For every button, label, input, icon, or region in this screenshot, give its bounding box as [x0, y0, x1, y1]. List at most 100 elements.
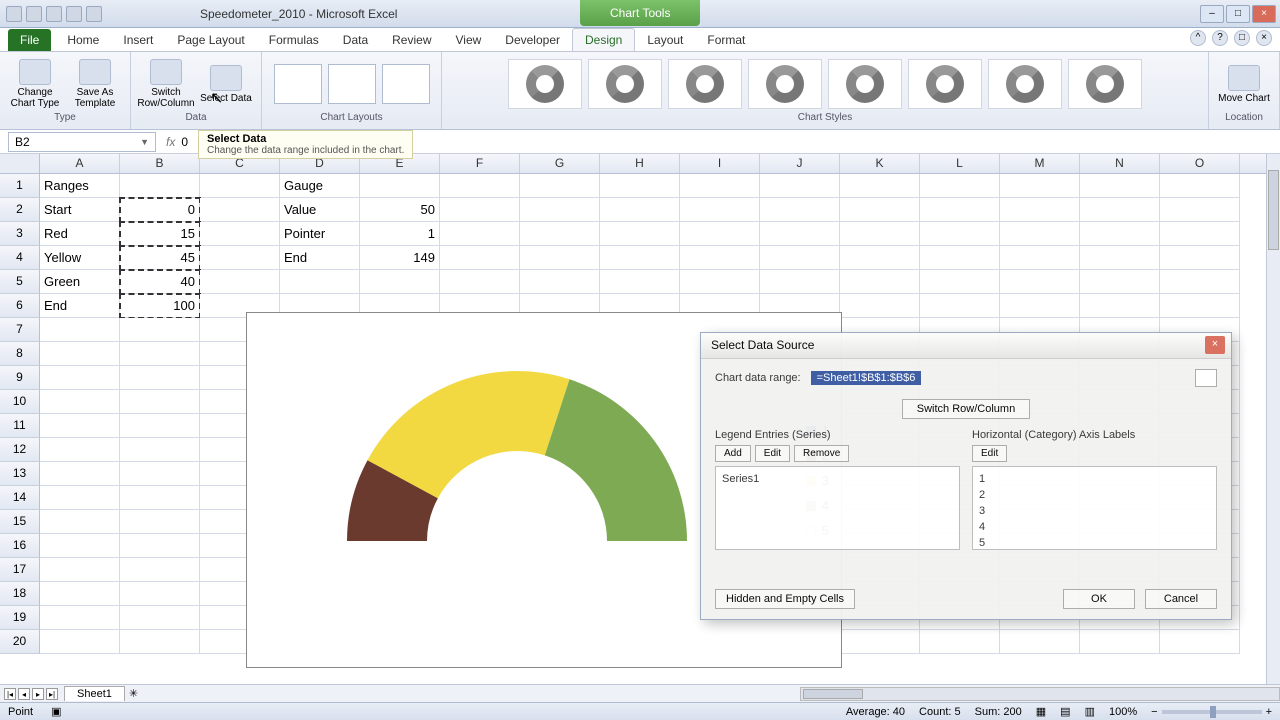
select-all-corner[interactable]	[0, 154, 40, 173]
remove-series-button[interactable]: Remove	[794, 445, 849, 462]
cell[interactable]	[360, 174, 440, 198]
chart-layouts-gallery[interactable]	[272, 56, 432, 112]
cell[interactable]	[600, 222, 680, 246]
switch-row-column-dialog-button[interactable]: Switch Row/Column	[902, 399, 1030, 419]
cell[interactable]	[920, 174, 1000, 198]
cell[interactable]	[840, 630, 920, 654]
cell[interactable]	[1000, 630, 1080, 654]
cell[interactable]	[120, 366, 200, 390]
style-option[interactable]	[1068, 59, 1142, 109]
cell[interactable]	[840, 198, 920, 222]
series-list[interactable]: Series1	[715, 466, 960, 550]
cell[interactable]	[920, 222, 1000, 246]
cell[interactable]: End	[40, 294, 120, 318]
cell[interactable]	[520, 222, 600, 246]
cell[interactable]	[120, 534, 200, 558]
cell[interactable]	[1080, 198, 1160, 222]
cell[interactable]: 50	[360, 198, 440, 222]
style-option[interactable]	[908, 59, 982, 109]
cell[interactable]	[40, 486, 120, 510]
row-header[interactable]: 15	[0, 510, 40, 534]
cell[interactable]	[680, 270, 760, 294]
sheet-nav-prev-icon[interactable]: ◂	[18, 688, 30, 700]
cell[interactable]	[1160, 246, 1240, 270]
cell[interactable]	[200, 270, 280, 294]
row-header[interactable]: 9	[0, 366, 40, 390]
col-header[interactable]: N	[1080, 154, 1160, 173]
chevron-down-icon[interactable]: ▼	[140, 137, 149, 147]
row-header[interactable]: 1	[0, 174, 40, 198]
row-header[interactable]: 8	[0, 342, 40, 366]
cell[interactable]	[200, 198, 280, 222]
cell[interactable]	[520, 198, 600, 222]
col-header[interactable]: O	[1160, 154, 1240, 173]
cell[interactable]	[120, 462, 200, 486]
cell[interactable]	[1080, 246, 1160, 270]
cell[interactable]	[1000, 270, 1080, 294]
window-restore-icon[interactable]: □	[1234, 30, 1250, 46]
hidden-empty-cells-button[interactable]: Hidden and Empty Cells	[715, 589, 855, 609]
close-button[interactable]: ×	[1252, 5, 1276, 23]
layout-option[interactable]	[328, 64, 376, 104]
style-option[interactable]	[748, 59, 822, 109]
save-icon[interactable]	[26, 6, 42, 22]
zoom-slider[interactable]	[1162, 710, 1262, 714]
cell[interactable]	[920, 246, 1000, 270]
cell[interactable]	[280, 270, 360, 294]
cell[interactable]	[40, 342, 120, 366]
cell[interactable]: Red	[40, 222, 120, 246]
cell[interactable]	[120, 414, 200, 438]
tab-review[interactable]: Review	[380, 29, 443, 51]
row-header[interactable]: 7	[0, 318, 40, 342]
cell[interactable]	[680, 222, 760, 246]
cell[interactable]	[40, 414, 120, 438]
cell[interactable]	[120, 606, 200, 630]
cell[interactable]	[1160, 174, 1240, 198]
dialog-title-bar[interactable]: Select Data Source ×	[701, 333, 1231, 359]
col-header[interactable]: H	[600, 154, 680, 173]
cell[interactable]	[1000, 294, 1080, 318]
cell[interactable]: Value	[280, 198, 360, 222]
cell[interactable]	[120, 390, 200, 414]
col-header[interactable]: G	[520, 154, 600, 173]
select-data-source-dialog[interactable]: Select Data Source × Chart data range: =…	[700, 332, 1232, 620]
cell[interactable]	[40, 606, 120, 630]
cell[interactable]	[760, 174, 840, 198]
cell[interactable]	[200, 174, 280, 198]
cell[interactable]	[120, 486, 200, 510]
horizontal-scrollbar[interactable]	[800, 687, 1280, 701]
cell[interactable]	[1160, 630, 1240, 654]
col-header[interactable]: M	[1000, 154, 1080, 173]
cell[interactable]	[1160, 270, 1240, 294]
ok-button[interactable]: OK	[1063, 589, 1135, 609]
cell[interactable]	[120, 558, 200, 582]
cell[interactable]	[1000, 222, 1080, 246]
row-header[interactable]: 10	[0, 390, 40, 414]
cell[interactable]	[360, 270, 440, 294]
cell[interactable]	[200, 222, 280, 246]
vertical-scrollbar[interactable]	[1266, 154, 1280, 684]
select-data-button[interactable]: Select Data	[199, 65, 253, 104]
zoom-slider-thumb[interactable]	[1210, 706, 1216, 718]
cell[interactable]: 1	[360, 222, 440, 246]
list-item[interactable]: 4	[979, 519, 1210, 535]
cell[interactable]	[40, 462, 120, 486]
row-header[interactable]: 12	[0, 438, 40, 462]
cell[interactable]	[440, 246, 520, 270]
row-header[interactable]: 14	[0, 486, 40, 510]
maximize-button[interactable]: □	[1226, 5, 1250, 23]
cell[interactable]: Pointer	[280, 222, 360, 246]
row-header[interactable]: 2	[0, 198, 40, 222]
tab-format[interactable]: Format	[695, 29, 757, 51]
cell[interactable]	[40, 558, 120, 582]
scrollbar-thumb[interactable]	[803, 689, 863, 699]
scrollbar-thumb[interactable]	[1268, 170, 1279, 250]
cell[interactable]	[920, 270, 1000, 294]
cell[interactable]: End	[280, 246, 360, 270]
cell[interactable]: Yellow	[40, 246, 120, 270]
view-layout-icon[interactable]: ▤	[1060, 705, 1070, 718]
tab-layout[interactable]: Layout	[635, 29, 695, 51]
macro-record-icon[interactable]: ▣	[51, 705, 61, 718]
cell[interactable]	[840, 222, 920, 246]
save-as-template-button[interactable]: Save As Template	[68, 59, 122, 109]
